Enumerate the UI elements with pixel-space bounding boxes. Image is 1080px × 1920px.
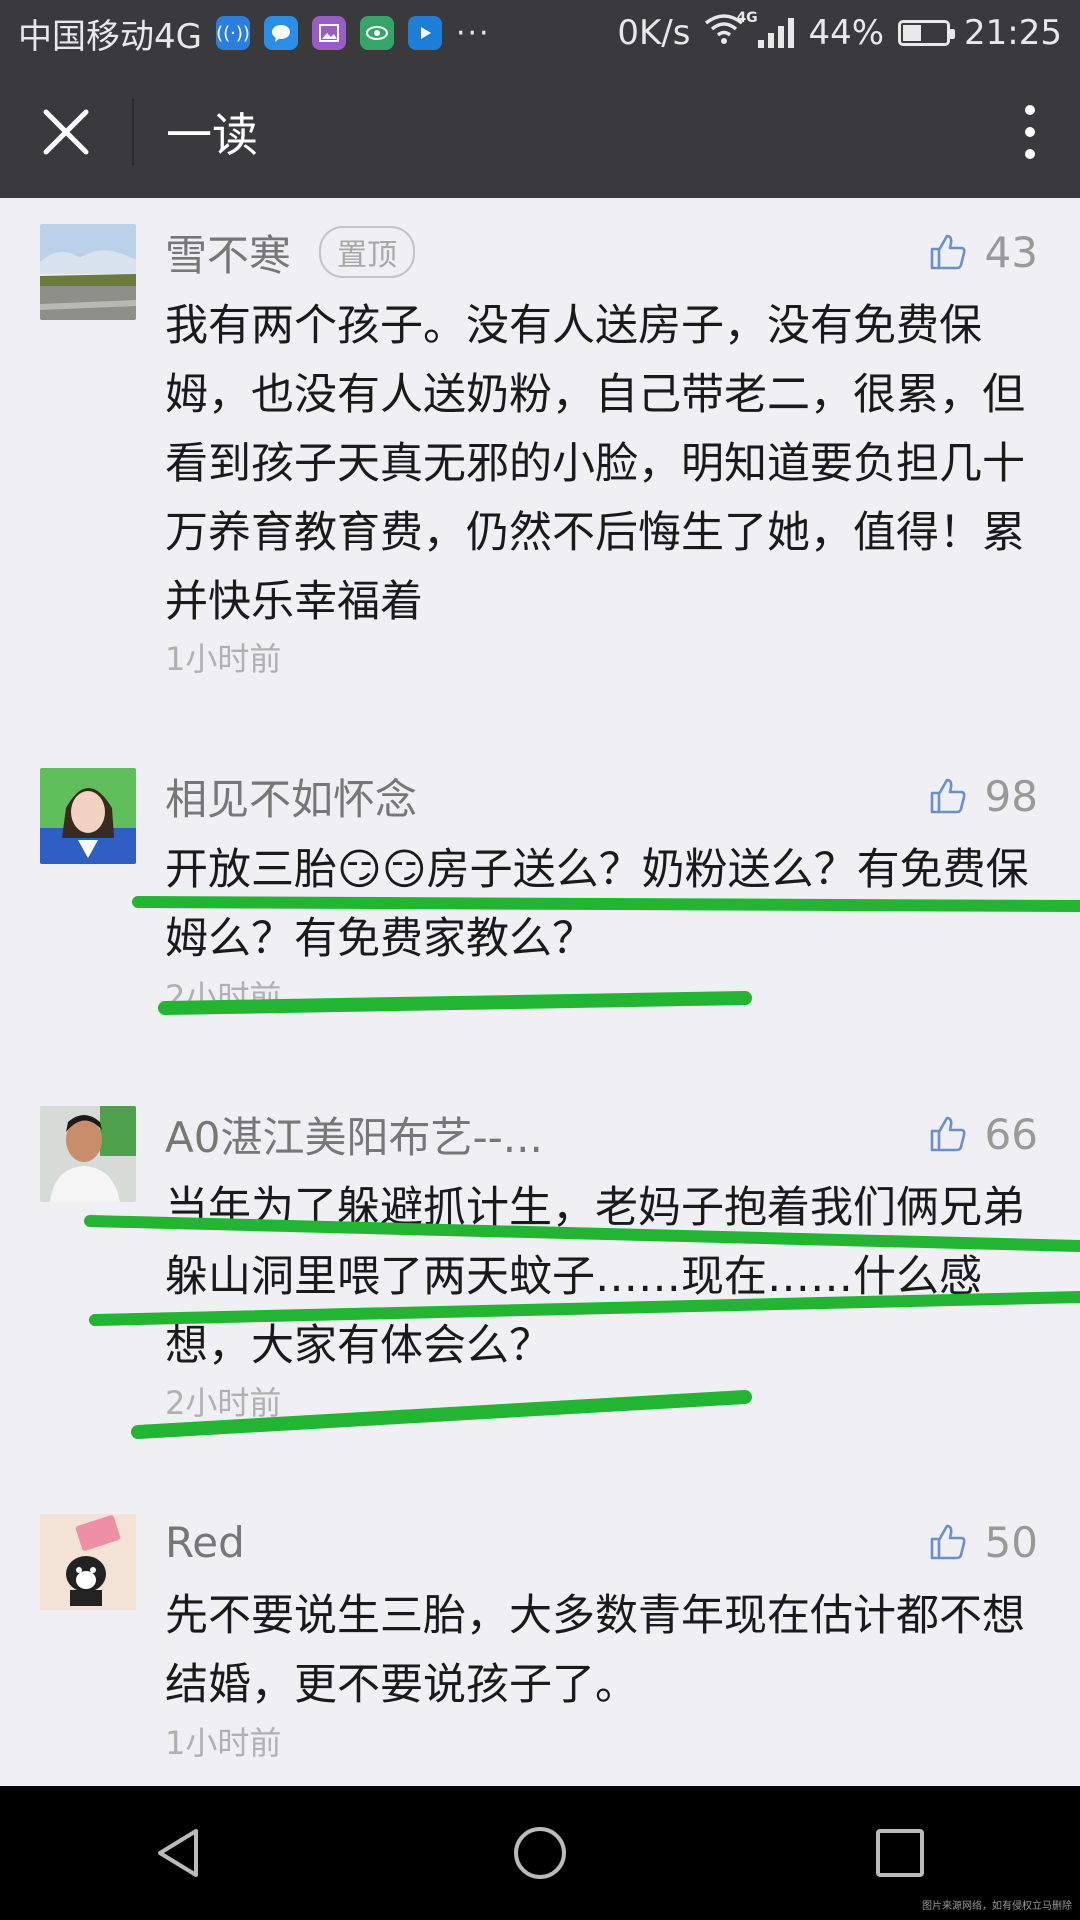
thumbs-up-icon [930,778,966,814]
close-button[interactable] [0,66,132,198]
comment-text: 我有两个孩子。没有人送房子，没有免费保姆，也没有人送奶粉，自己带老二，很累，但看… [165,301,1025,627]
commenter-name[interactable]: Red [165,1518,245,1567]
watermark: 图片来源网络，如有侵权立马删除 [922,1901,1072,1912]
comment-time: 2小时前 [165,1384,282,1422]
like-count: 98 [984,771,1038,821]
network-type-label: 4G [736,10,758,26]
comment-time: 2小时前 [165,978,282,1016]
comment-header: A0湛江美阳布艺--... [165,1106,543,1162]
cell-signal-icon: 4G [736,10,795,48]
message-icon [263,16,298,50]
nav-home-button[interactable] [480,1798,600,1908]
like-button[interactable]: 66 [929,1106,1038,1162]
commenter-name[interactable]: 相见不如怀念 [165,766,417,827]
comment-header: 相见不如怀念 [165,768,417,824]
comment-text: 开放三胎😏😏房子送么？奶粉送么？有免费保姆么？有免费家教么？ [165,845,1029,964]
battery-percent: 44% [808,13,885,53]
comment-header: Red [165,1514,245,1570]
thumbs-up-icon [930,234,966,270]
comment-time: 1小时前 [165,1724,282,1762]
pinned-badge: 置顶 [319,226,416,278]
back-triangle-icon [158,1829,198,1877]
nav-back-button[interactable] [120,1798,240,1908]
like-count: 66 [984,1109,1038,1159]
avatar[interactable] [40,1106,136,1202]
like-button[interactable]: 50 [929,1514,1038,1570]
clock: 21:25 [964,13,1062,53]
more-notifications-icon: ··· [455,15,491,51]
status-bar: 中国移动4G ((·)) ··· 0K/s 4G 44% 21:25 [0,0,1080,66]
video-play-icon [407,16,442,50]
close-icon [43,109,89,155]
comment-time: 1小时前 [165,640,282,678]
comment-text: 先不要说生三胎，大多数青年现在估计都不想结婚，更不要说孩子了。 [165,1591,1025,1710]
comment-text: 当年为了躲避抓计生，老妈子抱着我们俩兄弟躲山洞里喂了两天蚊子……现在……什么感想… [165,1183,1025,1371]
comment-header: 雪不寒 置顶 [165,222,416,283]
gallery-icon [311,16,346,50]
net-speed: 0K/s [617,13,691,53]
like-button[interactable]: 43 [929,224,1038,280]
battery-icon [898,20,956,46]
avatar[interactable] [40,224,136,320]
like-count: 50 [984,1517,1038,1567]
page-title: 一读 [166,108,258,162]
like-count: 43 [984,227,1038,277]
avatar[interactable] [40,768,136,864]
nav-recents-button[interactable] [840,1798,960,1908]
title-divider [132,99,134,165]
more-options-button[interactable] [980,66,1080,198]
eye-icon [359,16,394,50]
title-bar: 一读 [0,66,1080,198]
home-circle-icon [514,1827,566,1879]
commenter-name[interactable]: 雪不寒 [165,222,291,283]
like-button[interactable]: 98 [929,768,1038,824]
carrier-label: 中国移动4G [18,16,202,57]
thumbs-up-icon [930,1116,966,1152]
more-vertical-icon [1025,105,1035,159]
commenter-name[interactable]: A0湛江美阳布艺--... [165,1104,543,1165]
recents-square-icon [876,1829,924,1877]
avatar[interactable] [40,1514,136,1610]
thumbs-up-icon [930,1524,966,1560]
system-nav-bar: 图片来源网络，如有侵权立马删除 [0,1786,1080,1920]
hotspot-icon: ((·)) [215,16,250,50]
